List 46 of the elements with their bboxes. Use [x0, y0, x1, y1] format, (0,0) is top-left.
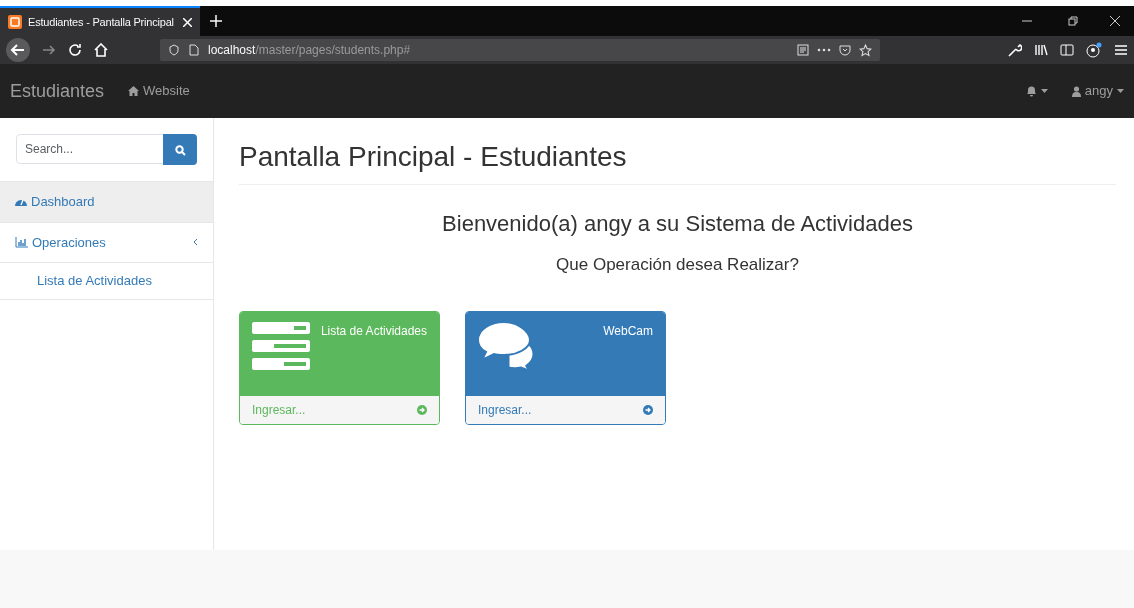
page-icon [188, 44, 200, 56]
restore-icon[interactable] [1068, 16, 1078, 26]
caret-icon [1117, 89, 1124, 93]
close-icon[interactable] [1110, 16, 1120, 26]
browser-tab[interactable]: Estudiantes - Pantalla Principal [0, 6, 200, 36]
app-icon [8, 15, 22, 29]
forward-icon[interactable] [42, 43, 56, 57]
back-icon[interactable] [6, 38, 30, 62]
list-icon [252, 322, 312, 371]
home-icon[interactable] [94, 43, 108, 57]
reader-icon [797, 44, 809, 56]
brand[interactable]: Estudiantes [10, 77, 105, 105]
welcome-heading: Bienvenido(a) angy a su Sistema de Actividades [441, 209, 914, 238]
star-icon [859, 43, 872, 57]
library-icon[interactable] [1034, 43, 1048, 57]
search-icon [174, 144, 186, 156]
sidebar-subitem[interactable]: Lista de Actividades [0, 263, 213, 300]
search-button[interactable] [163, 134, 197, 165]
panel-title: WebCam [603, 323, 653, 341]
panel-title: Lista de Actividades [320, 323, 427, 341]
arrow-circle-icon[interactable] [643, 405, 653, 416]
website-link[interactable]: Website [128, 81, 190, 101]
home-icon [128, 86, 140, 96]
menu-icon[interactable] [1114, 43, 1128, 57]
address-bar[interactable]: localhost/master/pages/students.php# [160, 39, 880, 61]
shield-icon [168, 44, 180, 56]
sidebar-item[interactable]: Operaciones [0, 222, 213, 263]
bell-icon [1025, 85, 1037, 97]
question-heading: Que Operación desea Realizar? [555, 253, 800, 276]
tab-title: Estudiantes - Pantalla Principal [28, 14, 175, 30]
account-icon[interactable] [1086, 42, 1102, 58]
new-tab-icon[interactable] [210, 15, 222, 27]
caret-icon [1040, 89, 1048, 93]
enter-link[interactable]: Ingresar... [478, 401, 532, 420]
bar-chart-icon [15, 236, 28, 248]
sidebar-item[interactable]: Dashboard [0, 182, 213, 223]
sidebar-icon[interactable] [1060, 43, 1074, 57]
search-field[interactable]: Search... [16, 134, 164, 164]
chevron-left-icon [193, 238, 198, 247]
reload-icon[interactable] [68, 43, 82, 57]
person-icon [1071, 85, 1081, 97]
pocket-icon [839, 44, 851, 56]
url-text: localhost/master/pages/students.php# [208, 42, 411, 59]
notifications-dropdown[interactable] [1025, 85, 1048, 97]
page-title: Pantalla Principal - Estudiantes [239, 140, 1116, 185]
user-dropdown[interactable]: angy [1071, 81, 1124, 101]
